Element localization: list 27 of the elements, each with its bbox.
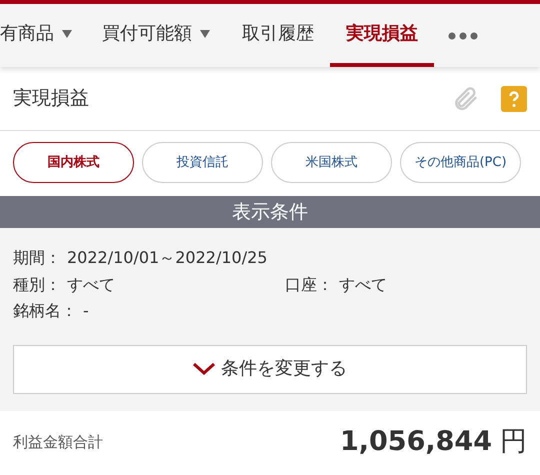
currency-unit: 円 — [500, 425, 527, 460]
section-header: 表示条件 — [0, 196, 540, 228]
more-icon — [448, 32, 478, 40]
category-tab[interactable]: 投資信託 — [142, 142, 263, 183]
condition-value: 2022/10/01～2022/10/25 — [67, 247, 268, 269]
total-amount: 1,056,844 — [340, 425, 492, 460]
nav-tab[interactable]: 実現損益 — [330, 4, 434, 67]
chevron-down-icon — [193, 363, 215, 375]
help-icon[interactable] — [501, 86, 527, 112]
caret-icon — [62, 30, 72, 38]
category-tab[interactable]: 米国株式 — [271, 142, 392, 183]
nav-tab[interactable]: 買付可能額 — [86, 4, 226, 67]
caret-icon — [200, 30, 210, 38]
condition-value: すべて — [67, 274, 115, 296]
category-tab[interactable]: その他商品(PC) — [400, 142, 521, 183]
condition-value: - — [83, 300, 89, 322]
condition-label: 口座： — [285, 274, 333, 296]
nav-tab[interactable]: 取引履歴 — [226, 4, 330, 67]
condition-label: 種別： — [13, 274, 61, 296]
page-title: 実現損益 — [13, 86, 89, 112]
nav-tab[interactable]: 有商品 — [0, 4, 86, 67]
category-tab[interactable]: 国内株式 — [13, 142, 134, 183]
condition-label: 期間： — [13, 247, 61, 269]
condition-label: 銘柄名： — [13, 300, 77, 322]
change-conditions-button[interactable]: 条件を変更する — [13, 344, 527, 394]
condition-value: すべて — [339, 274, 387, 296]
total-label: 利益金額合計 — [13, 432, 103, 454]
